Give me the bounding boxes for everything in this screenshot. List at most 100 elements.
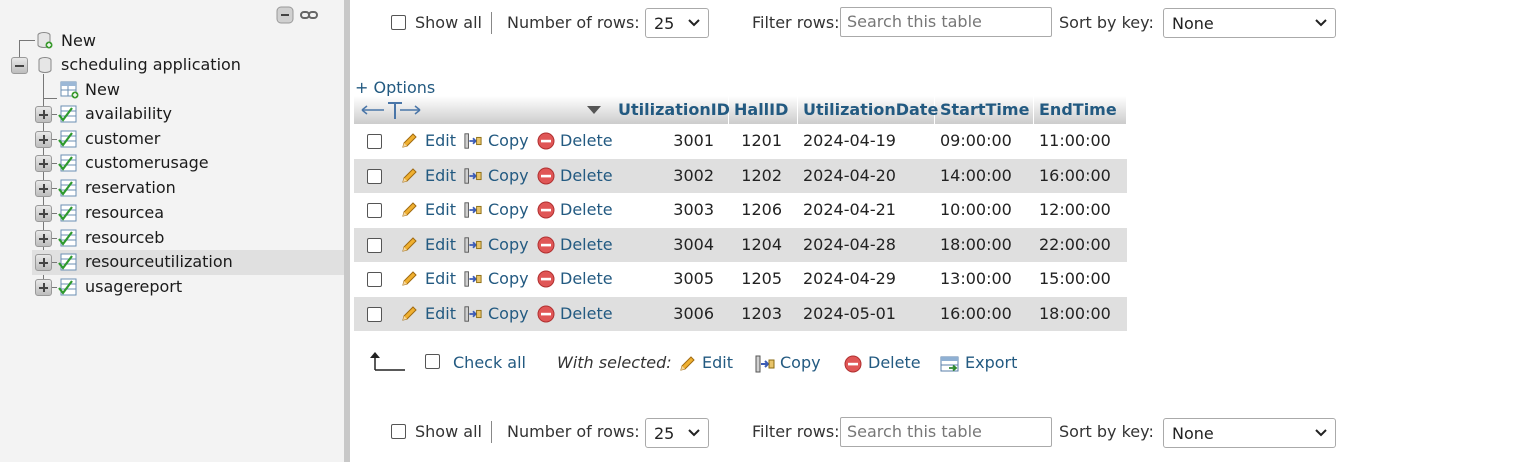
cell-utilization-date[interactable]: 2024-04-21 xyxy=(803,193,933,227)
cell-start-time[interactable]: 14:00:00 xyxy=(940,159,1035,193)
sort-dropdown-icon[interactable] xyxy=(586,105,602,115)
cell-utilization-date[interactable]: 2024-05-01 xyxy=(803,297,933,331)
chevron-down-icon xyxy=(688,19,700,27)
cell-hall-id[interactable]: 1201 xyxy=(729,124,782,158)
row-edit-label: Edit xyxy=(425,200,456,219)
cell-start-time[interactable]: 13:00:00 xyxy=(940,262,1035,296)
cell-utilization-date[interactable]: 2024-04-20 xyxy=(803,159,933,193)
cell-start-time[interactable]: 18:00:00 xyxy=(940,228,1035,262)
cell-utilization-id[interactable]: 3005 xyxy=(613,262,714,296)
row-checkbox[interactable] xyxy=(367,134,382,149)
expand-table-icon[interactable] xyxy=(35,230,52,247)
table-structure-icon[interactable] xyxy=(58,105,78,123)
table-structure-icon[interactable] xyxy=(58,278,78,296)
cell-hall-id[interactable]: 1203 xyxy=(729,297,782,331)
cell-utilization-id[interactable]: 3001 xyxy=(613,124,714,158)
expand-table-icon[interactable] xyxy=(35,131,52,148)
copy-icon xyxy=(464,271,482,287)
rows-label: Number of rows: xyxy=(507,13,640,32)
cell-utilization-date[interactable]: 2024-04-19 xyxy=(803,124,933,158)
sort-select-bottom[interactable]: None xyxy=(1163,418,1336,448)
table-row: Edit Copy Delete 3004 1204 2024-04-28 18:00:00… xyxy=(354,227,1127,262)
bulk-copy-label: Copy xyxy=(780,353,821,372)
nav-table-label[interactable]: usagereport xyxy=(85,277,182,296)
show-all-checkbox[interactable] xyxy=(391,15,406,30)
filter-input[interactable]: Search this table xyxy=(840,7,1052,37)
nav-table-label[interactable]: reservation xyxy=(85,178,176,197)
table-structure-icon[interactable] xyxy=(58,130,78,148)
nav-table-label[interactable]: resourceutilization xyxy=(85,252,233,271)
cell-utilization-date[interactable]: 2024-04-28 xyxy=(803,228,933,262)
cell-utilization-id[interactable]: 3002 xyxy=(613,159,714,193)
row-edit-label: Edit xyxy=(425,303,456,323)
expand-table-icon[interactable] xyxy=(35,205,52,222)
nav-table-label[interactable]: resourceb xyxy=(85,228,164,247)
expand-table-icon[interactable] xyxy=(35,254,52,271)
filter-input-bottom[interactable]: Search this table xyxy=(840,417,1052,447)
nav-table-label[interactable]: customerusage xyxy=(85,153,209,172)
check-all-checkbox[interactable] xyxy=(425,354,440,369)
rows-select-bottom[interactable]: 25 xyxy=(645,418,709,448)
expand-table-icon[interactable] xyxy=(35,155,52,172)
column-header-starttime[interactable]: StartTime xyxy=(935,96,1034,124)
cell-end-time[interactable]: 16:00:00 xyxy=(1039,159,1127,193)
table-structure-icon[interactable] xyxy=(58,154,78,172)
cell-end-time[interactable]: 15:00:00 xyxy=(1039,262,1127,296)
cell-end-time[interactable]: 11:00:00 xyxy=(1039,124,1127,158)
link-with-main-icon[interactable] xyxy=(299,6,319,24)
cell-start-time[interactable]: 16:00:00 xyxy=(940,297,1035,331)
collapse-all-icon[interactable] xyxy=(276,6,294,24)
check-all-link[interactable]: Check all xyxy=(453,353,526,372)
nav-new-table-label[interactable]: New xyxy=(85,80,120,99)
row-copy-label: Copy xyxy=(488,303,529,323)
sort-select[interactable]: None xyxy=(1163,8,1336,38)
options-link[interactable]: + Options xyxy=(355,78,435,97)
cell-utilization-id[interactable]: 3006 xyxy=(613,297,714,331)
nav-table-label[interactable]: customer xyxy=(85,129,160,148)
table-structure-icon[interactable] xyxy=(58,229,78,247)
cell-hall-id[interactable]: 1202 xyxy=(729,159,782,193)
cell-utilization-id[interactable]: 3004 xyxy=(613,228,714,262)
table-row: Edit Copy Delete 3003 1206 2024-04-21 10:00:00… xyxy=(354,193,1127,227)
row-checkbox[interactable] xyxy=(367,203,382,218)
new-database-icon xyxy=(37,32,53,49)
row-checkbox[interactable] xyxy=(367,306,382,322)
show-all-checkbox-bottom[interactable] xyxy=(391,424,406,439)
cell-hall-id[interactable]: 1206 xyxy=(729,193,782,227)
cell-start-time[interactable]: 09:00:00 xyxy=(940,124,1035,158)
collapse-database-icon[interactable] xyxy=(11,57,28,74)
rows-select[interactable]: 25 xyxy=(645,8,709,38)
show-all-label: Show all xyxy=(415,13,482,32)
column-header-utilizationdate[interactable]: UtilizationDate xyxy=(798,96,938,124)
expand-table-icon[interactable] xyxy=(35,279,52,296)
column-header-utilizationid[interactable]: UtilizationID xyxy=(613,96,730,124)
row-checkbox[interactable] xyxy=(367,168,382,184)
nav-table-label[interactable]: availability xyxy=(85,104,172,123)
row-checkbox[interactable] xyxy=(367,272,382,287)
cell-end-time[interactable]: 12:00:00 xyxy=(1039,193,1127,227)
nav-database-name[interactable]: scheduling application xyxy=(61,55,241,74)
copy-icon xyxy=(755,355,775,373)
table-structure-icon[interactable] xyxy=(58,253,78,271)
cell-start-time[interactable]: 10:00:00 xyxy=(940,193,1035,227)
cell-utilization-id[interactable]: 3003 xyxy=(613,193,714,227)
column-resize-arrows-icon[interactable] xyxy=(360,101,422,121)
cell-end-time[interactable]: 22:00:00 xyxy=(1039,228,1127,262)
expand-table-icon[interactable] xyxy=(35,180,52,197)
nav-table-label[interactable]: resourcea xyxy=(85,203,164,222)
column-header-hallid[interactable]: HallID xyxy=(729,96,798,124)
table-structure-icon[interactable] xyxy=(58,204,78,222)
nav-new-label[interactable]: New xyxy=(61,31,96,50)
filter-placeholder: Search this table xyxy=(847,12,982,31)
expand-table-icon[interactable] xyxy=(35,106,52,123)
table-structure-icon[interactable] xyxy=(58,179,78,197)
cell-end-time[interactable]: 18:00:00 xyxy=(1039,297,1127,331)
cell-hall-id[interactable]: 1205 xyxy=(729,262,782,296)
cell-utilization-date[interactable]: 2024-04-29 xyxy=(803,262,933,296)
panel-splitter[interactable] xyxy=(344,0,350,462)
row-checkbox[interactable] xyxy=(367,237,382,253)
sort-label-bottom: Sort by key: xyxy=(1059,422,1154,441)
column-header-endtime[interactable]: EndTime xyxy=(1034,96,1127,124)
row-delete-label: Delete xyxy=(560,131,613,150)
cell-hall-id[interactable]: 1204 xyxy=(729,228,782,262)
